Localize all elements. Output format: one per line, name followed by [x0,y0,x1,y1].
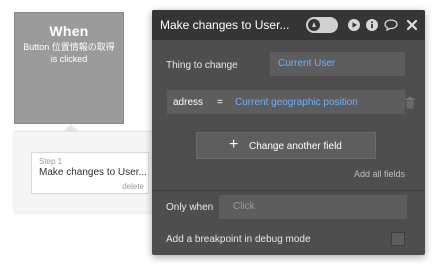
step-number: Step 1 [39,157,63,166]
plus-icon: + [229,136,239,153]
breakpoint-label: Add a breakpoint in debug mode [166,234,311,245]
change-another-field-label: Change another field [249,141,342,152]
event-title: When [49,23,89,39]
change-another-field-button[interactable]: + Change another field [196,132,376,159]
panel-header: Make changes to User... [152,10,425,40]
toggle-knob-icon [308,19,320,31]
field-operator: = [217,97,223,108]
field-change-row[interactable]: adress = Current geographic position [167,90,405,114]
only-when-input[interactable]: Click [219,195,407,219]
thing-to-change-dropdown[interactable]: Current User [270,52,405,76]
divider [152,190,425,191]
step-card[interactable]: Step 1 Make changes to User... delete [31,152,149,194]
comment-icon[interactable] [384,19,398,31]
event-card[interactable]: When Button 位置情報の取得 is clicked [14,12,124,124]
thing-to-change-label: Thing to change [166,60,238,71]
step-delete-link[interactable]: delete [122,182,144,191]
trash-icon[interactable] [405,96,415,109]
event-subtitle: Button 位置情報の取得 is clicked [23,42,115,64]
close-icon[interactable] [406,19,418,31]
toggle-switch[interactable] [306,17,338,33]
info-icon[interactable] [366,19,378,31]
play-icon[interactable] [348,19,360,31]
field-name-dropdown[interactable]: adress [173,97,203,108]
add-all-fields-link[interactable]: Add all fields [354,169,405,179]
only-when-label: Only when [166,202,214,213]
panel-title: Make changes to User... [160,18,290,32]
field-value-expression[interactable]: Current geographic position [235,97,358,108]
property-editor-panel: Make changes to User... Thing to change … [152,10,425,255]
breakpoint-checkbox[interactable] [391,232,405,246]
step-title: Make changes to User... [39,167,147,178]
